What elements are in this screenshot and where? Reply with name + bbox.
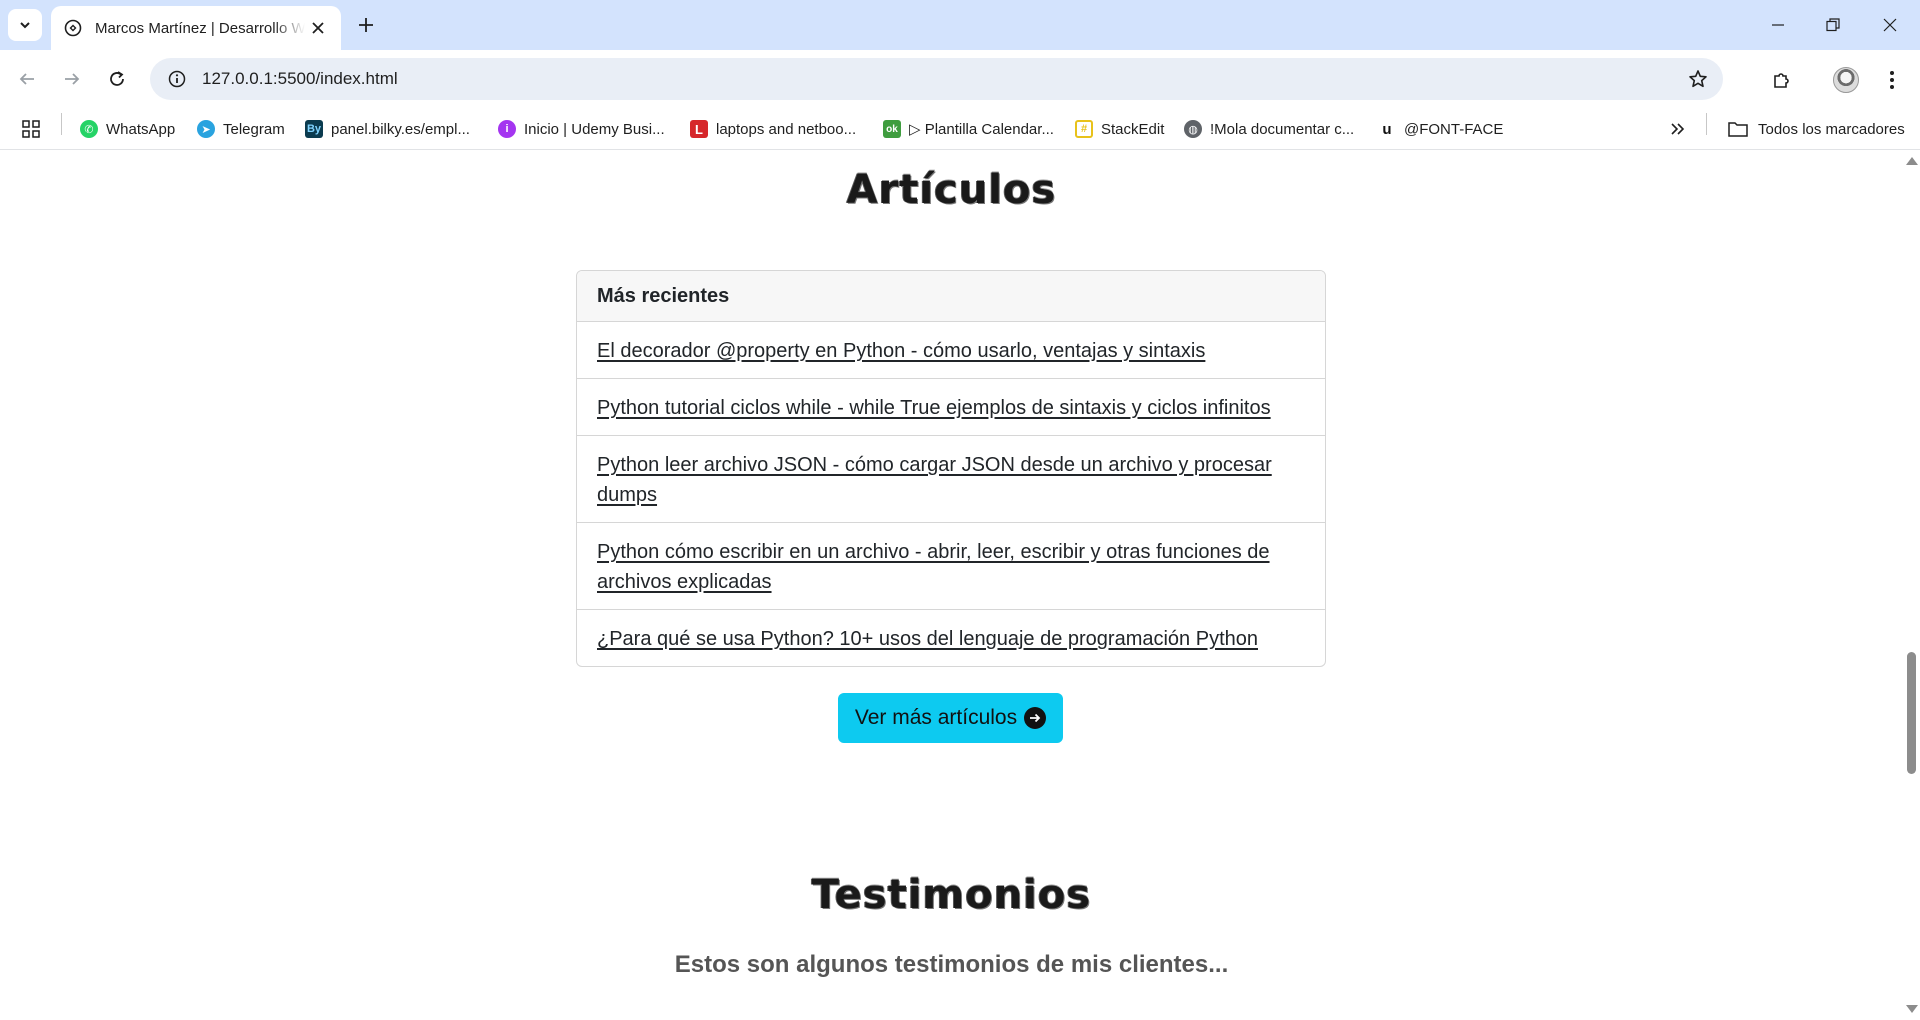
avatar [1833, 67, 1859, 93]
arrow-right-circle-icon [1024, 707, 1047, 729]
list-item: ¿Para qué se usa Python? 10+ usos del le… [577, 610, 1325, 666]
close-icon [1883, 18, 1897, 32]
bookmarks-bar: ✆ WhatsApp ➤ Telegram By panel.bilky.es/… [0, 109, 1920, 150]
list-item: Python tutorial ciclos while - while Tru… [577, 379, 1325, 436]
bookmark-telegram[interactable]: ➤ Telegram [197, 117, 285, 141]
bookmark-label: !Mola documentar c... [1210, 120, 1355, 138]
chevron-down-icon [20, 22, 30, 29]
bookmark-whatsapp[interactable]: ✆ WhatsApp [80, 117, 175, 141]
bookmark-label: WhatsApp [106, 120, 176, 138]
list-item: El decorador @property en Python - cómo … [577, 322, 1325, 379]
page-content: Artículos Más recientes El decorador @pr… [0, 151, 1903, 1020]
bookmark-label: Inicio | Udemy Busi... [524, 120, 665, 138]
apps-grid-icon [22, 120, 40, 138]
bookmark-mola[interactable]: ◍ !Mola documentar c... [1184, 117, 1354, 141]
page-scrollbar[interactable] [1903, 151, 1920, 1020]
all-bookmarks-label: Todos los marcadores [1758, 120, 1905, 138]
bookmark-label: @FONT-FACE [1404, 120, 1504, 138]
tab-title: Marcos Martínez | Desarrollo Web [95, 19, 305, 37]
tab-search-button[interactable] [8, 9, 42, 41]
whatsapp-icon: ✆ [80, 120, 98, 138]
bookmark-plantilla[interactable]: ok ▷ Plantilla Calendar... [883, 117, 1054, 141]
bookmark-stackedit[interactable]: # StackEdit [1075, 117, 1164, 141]
all-bookmarks-folder[interactable]: Todos los marcadores [1728, 117, 1905, 141]
close-window-button[interactable] [1872, 10, 1908, 40]
restore-button[interactable] [1815, 10, 1851, 40]
bookmark-bilky[interactable]: By panel.bilky.es/empl... [305, 117, 470, 141]
bilky-icon: By [305, 120, 323, 138]
article-link[interactable]: Python cómo escribir en un archivo - abr… [597, 541, 1270, 593]
arrow-right-icon [65, 73, 80, 85]
article-link[interactable]: El decorador @property en Python - cómo … [597, 340, 1205, 362]
more-articles-button[interactable]: Ver más artículos [838, 693, 1063, 743]
bookmark-label: panel.bilky.es/empl... [331, 120, 470, 138]
puzzle-icon [1774, 73, 1789, 88]
site-info-icon[interactable] [156, 58, 198, 100]
bookmark-udemy[interactable]: i Inicio | Udemy Busi... [498, 117, 665, 141]
bookmark-divider [61, 113, 62, 135]
list-item: Python leer archivo JSON - cómo cargar J… [577, 436, 1325, 523]
testimonials-subtitle: Estos son algunos testimonios de mis cli… [674, 951, 1229, 978]
telegram-icon: ➤ [197, 120, 215, 138]
bookmark-laptops[interactable]: L laptops and netboo... [690, 117, 856, 141]
bookmark-fontface[interactable]: u @FONT-FACE [1378, 117, 1503, 141]
bookmark-label: StackEdit [1101, 120, 1165, 138]
folder-icon [1728, 122, 1748, 137]
bookmark-star-icon[interactable] [1687, 68, 1709, 90]
scroll-up-arrow-icon[interactable] [1906, 157, 1918, 165]
u-icon: u [1378, 120, 1396, 138]
close-tab-icon[interactable] [307, 17, 329, 39]
article-link[interactable]: Python tutorial ciclos while - while Tru… [597, 397, 1271, 419]
list-item: Python cómo escribir en un archivo - abr… [577, 523, 1325, 610]
minimize-button[interactable] [1760, 10, 1796, 40]
articles-title: Artículos [846, 167, 1057, 213]
minimize-icon [1772, 24, 1784, 26]
profile-button[interactable] [1830, 64, 1862, 96]
card-header: Más recientes [577, 271, 1325, 322]
active-tab[interactable]: Marcos Martínez | Desarrollo Web [51, 6, 341, 50]
browser-toolbar: 127.0.0.1:5500/index.html [0, 50, 1920, 109]
bookmark-label: laptops and netboo... [716, 120, 857, 138]
address-bar[interactable]: 127.0.0.1:5500/index.html [150, 58, 1723, 100]
back-button[interactable] [12, 64, 42, 94]
double-chevron-right-icon [1671, 123, 1685, 135]
url-text[interactable]: 127.0.0.1:5500/index.html [202, 69, 398, 89]
udemy-icon: i [498, 120, 516, 138]
scroll-down-arrow-icon[interactable] [1906, 1005, 1918, 1013]
reload-icon [110, 71, 124, 86]
forward-button[interactable] [57, 64, 87, 94]
more-articles-label: Ver más artículos [854, 706, 1018, 729]
bookmark-label: ▷ Plantilla Calendar... [909, 121, 1054, 138]
apps-button[interactable] [22, 117, 40, 141]
l-icon: L [690, 120, 708, 138]
plus-icon [359, 18, 373, 32]
browser-menu-button[interactable] [1876, 64, 1908, 96]
scrollbar-thumb[interactable] [1907, 652, 1916, 774]
restore-icon [1826, 18, 1840, 32]
testimonials-title: Testimonios [811, 872, 1092, 918]
more-vert-icon [1890, 71, 1894, 89]
bookmark-divider [1706, 113, 1707, 135]
article-link[interactable]: ¿Para qué se usa Python? 10+ usos del le… [597, 628, 1258, 650]
new-tab-button[interactable] [352, 11, 380, 39]
bookmark-label: Telegram [223, 120, 285, 138]
site-favicon-icon [63, 18, 83, 38]
reload-button[interactable] [102, 64, 132, 94]
arrow-left-icon [19, 73, 34, 85]
more-bookmarks-button[interactable] [1670, 117, 1686, 141]
recent-articles-card: Más recientes El decorador @property en … [576, 270, 1326, 667]
article-link[interactable]: Python leer archivo JSON - cómo cargar J… [597, 454, 1272, 506]
tab-strip: Marcos Martínez | Desarrollo Web [0, 0, 1920, 50]
stackedit-icon: # [1075, 120, 1093, 138]
globe-icon: ◍ [1184, 120, 1202, 138]
ok-icon: ok [883, 120, 901, 138]
extensions-button[interactable] [1766, 64, 1798, 96]
